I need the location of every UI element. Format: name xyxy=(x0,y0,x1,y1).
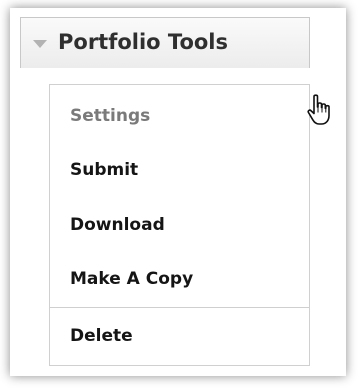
menu-item-download[interactable]: Download xyxy=(50,198,309,252)
menu-item-make-a-copy[interactable]: Make A Copy xyxy=(50,252,309,306)
menu-divider xyxy=(50,307,309,308)
hand-pointer-icon xyxy=(307,94,330,125)
dropdown-menu: Settings Submit Download Make A Copy Del… xyxy=(49,84,310,366)
menu-item-settings[interactable]: Settings xyxy=(50,89,309,143)
caret-down-icon xyxy=(33,40,47,48)
dropdown-label: Portfolio Tools xyxy=(58,30,228,54)
menu-item-delete[interactable]: Delete xyxy=(50,309,309,363)
portfolio-tools-dropdown[interactable]: Portfolio Tools xyxy=(20,17,310,68)
menu-item-submit[interactable]: Submit xyxy=(50,143,309,197)
